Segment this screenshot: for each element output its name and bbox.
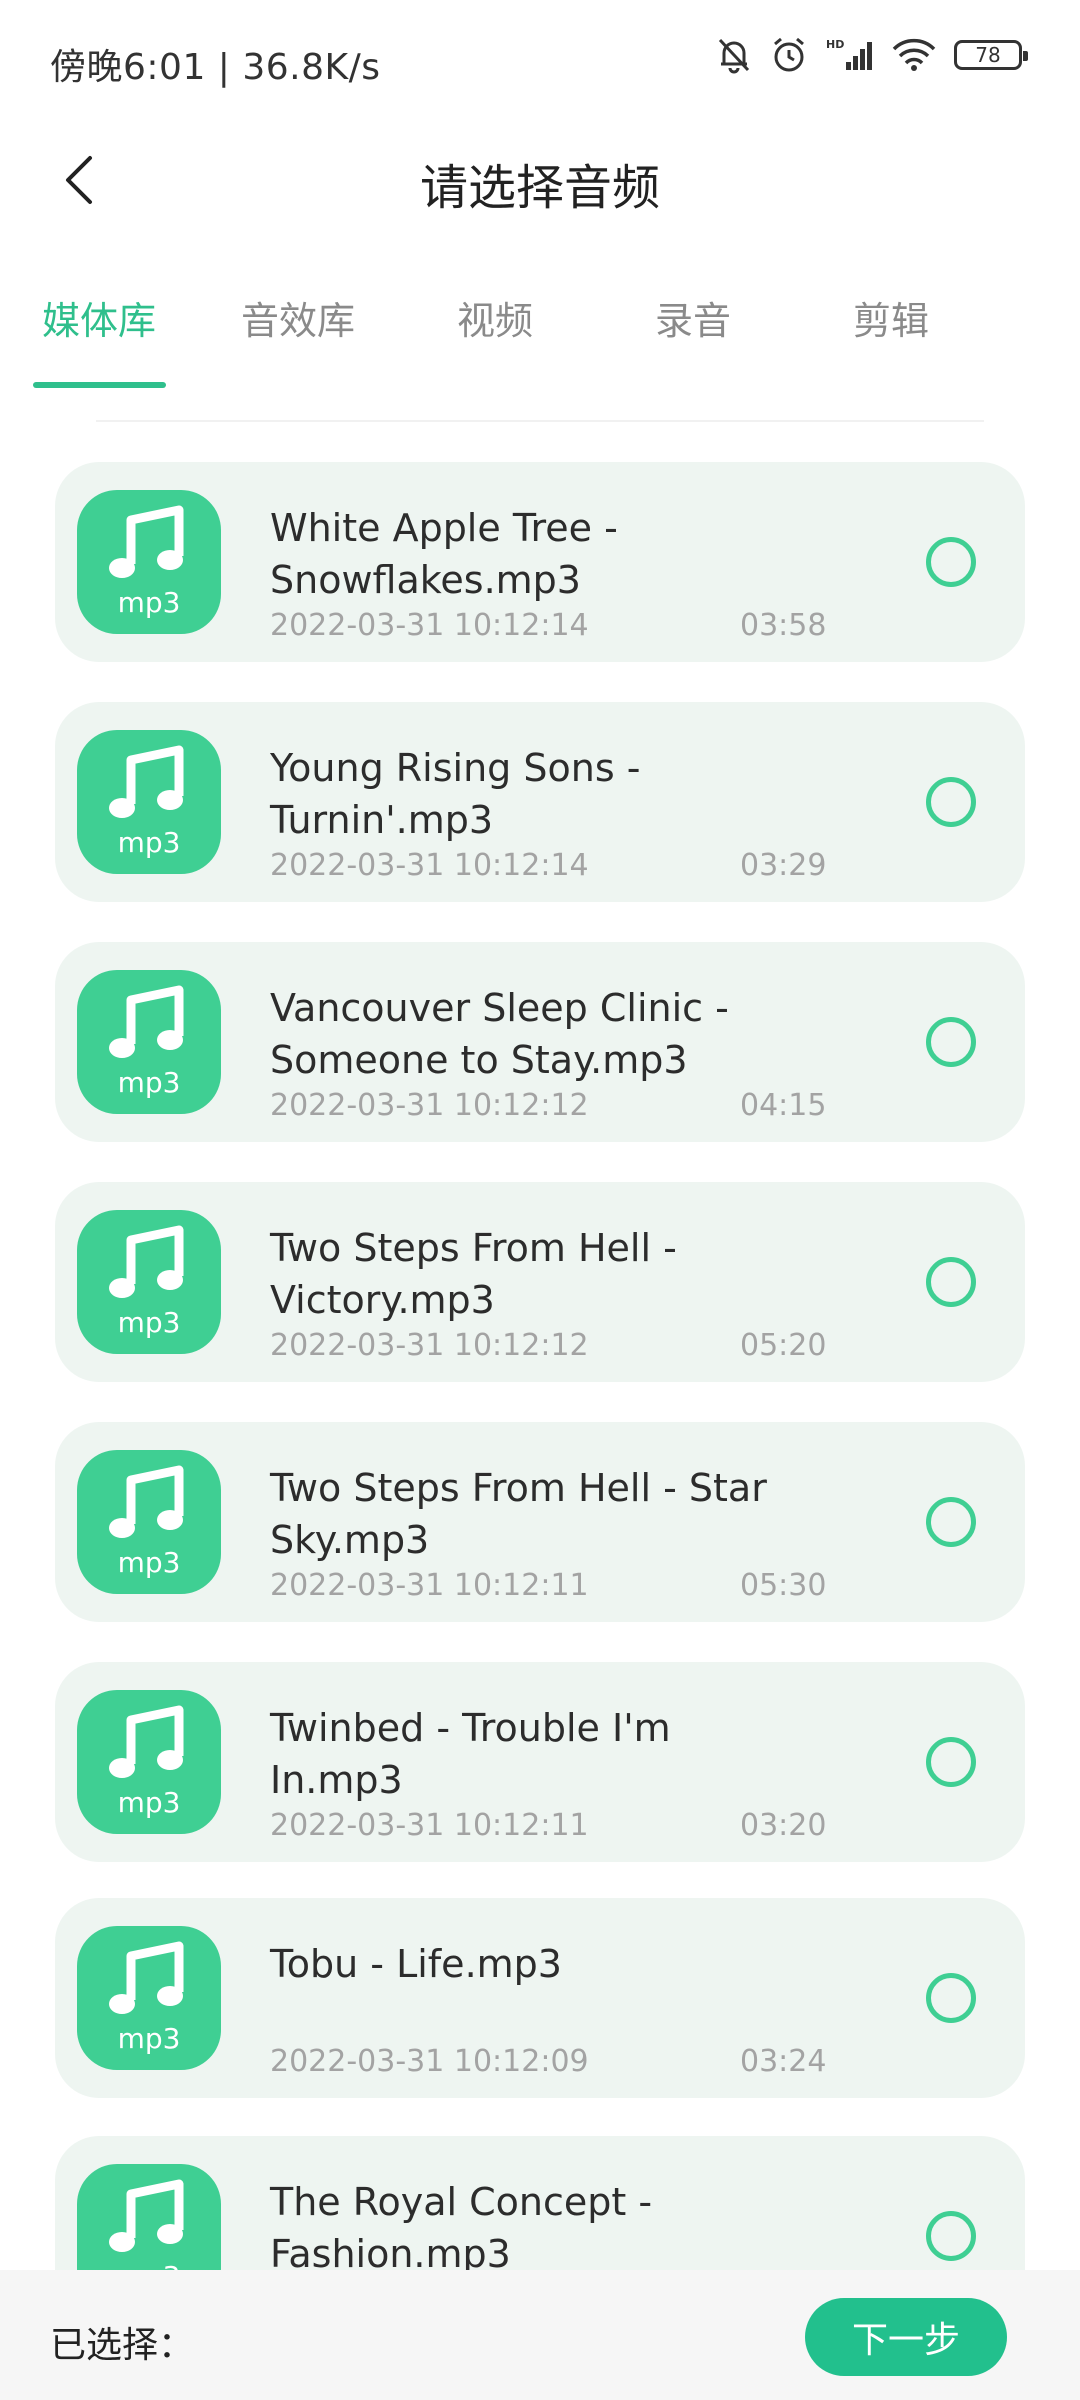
audio-list[interactable]: mp3 White Apple Tree - Snowflakes.mp3 20… bbox=[0, 462, 1080, 2270]
select-radio[interactable] bbox=[926, 1017, 976, 1067]
file-date: 2022-03-31 10:12:12 bbox=[270, 1328, 589, 1363]
mute-bell-icon bbox=[716, 36, 752, 74]
file-duration: 05:30 bbox=[740, 1568, 827, 1603]
file-name: Young Rising Sons - Turnin'.mp3 bbox=[270, 746, 641, 842]
music-note-icon bbox=[109, 1705, 184, 1778]
format-label: mp3 bbox=[117, 826, 181, 859]
audio-item[interactable]: mp3 Young Rising Sons - Turnin'.mp3 2022… bbox=[55, 702, 1025, 902]
audio-item[interactable]: mp3 Tobu - Life.mp3 2022-03-31 10:12:09 … bbox=[55, 1898, 1025, 2098]
status-time-speed: 傍晚6:01 | 36.8K/s bbox=[50, 47, 381, 88]
next-button[interactable]: 下一步 bbox=[805, 2298, 1007, 2376]
music-note-icon bbox=[109, 1225, 184, 1298]
svg-text:HD: HD bbox=[826, 38, 844, 51]
battery-icon: 78 bbox=[954, 40, 1028, 70]
file-name: Twinbed - Trouble I'm In.mp3 bbox=[270, 1706, 671, 1802]
format-label: mp3 bbox=[77, 2260, 221, 2270]
alarm-icon bbox=[770, 36, 808, 74]
audio-item[interactable]: mp3 Two Steps From Hell - Star Sky.mp3 2… bbox=[55, 1422, 1025, 1622]
audio-item[interactable]: mp3 White Apple Tree - Snowflakes.mp3 20… bbox=[55, 462, 1025, 662]
select-radio[interactable] bbox=[926, 537, 976, 587]
music-note-icon bbox=[109, 1941, 184, 2014]
header: 请选择音频 bbox=[0, 130, 1080, 230]
page-title: 请选择音频 bbox=[419, 160, 660, 216]
audio-item[interactable]: mp3 The Royal Concept - Fashion.mp3 bbox=[55, 2136, 1025, 2270]
file-duration: 03:24 bbox=[740, 2044, 827, 2079]
file-date: 2022-03-31 10:12:14 bbox=[270, 848, 589, 883]
audio-thumbnail: mp3 bbox=[77, 1690, 221, 1834]
select-radio[interactable] bbox=[926, 777, 976, 827]
file-name: The Royal Concept - Fashion.mp3 bbox=[270, 2180, 653, 2270]
audio-item[interactable]: mp3 Vancouver Sleep Clinic - Someone to … bbox=[55, 942, 1025, 1142]
file-duration: 03:20 bbox=[740, 1808, 827, 1843]
tab-clips[interactable]: 剪辑 bbox=[811, 290, 971, 345]
audio-thumbnail: mp3 bbox=[77, 970, 221, 1114]
file-name: White Apple Tree - Snowflakes.mp3 bbox=[270, 506, 618, 602]
file-name: Vancouver Sleep Clinic - Someone to Stay… bbox=[270, 986, 729, 1082]
status-icons: HD 78 bbox=[716, 36, 1028, 74]
music-note-icon bbox=[109, 2179, 184, 2252]
music-note-icon bbox=[109, 985, 184, 1058]
select-radio[interactable] bbox=[926, 1497, 976, 1547]
format-label: mp3 bbox=[117, 2022, 181, 2055]
hd-signal-icon: HD bbox=[826, 38, 874, 72]
tab-video[interactable]: 视频 bbox=[415, 290, 575, 345]
active-tab-indicator bbox=[33, 382, 166, 388]
audio-thumbnail: mp3 bbox=[77, 1210, 221, 1354]
music-note-icon bbox=[109, 1465, 184, 1538]
file-duration: 05:20 bbox=[740, 1328, 827, 1363]
audio-item[interactable]: mp3 Twinbed - Trouble I'm In.mp3 2022-03… bbox=[55, 1662, 1025, 1862]
file-date: 2022-03-31 10:12:14 bbox=[270, 608, 589, 643]
file-date: 2022-03-31 10:12:12 bbox=[270, 1088, 589, 1123]
bottom-bar: 已选择： 下一步 bbox=[0, 2270, 1080, 2400]
audio-thumbnail: mp3 bbox=[77, 1450, 221, 1594]
status-bar: 傍晚6:01 | 36.8K/s HD 78 bbox=[0, 0, 1080, 120]
music-note-icon bbox=[109, 745, 184, 818]
audio-thumbnail: mp3 bbox=[77, 1926, 221, 2070]
audio-thumbnail: mp3 bbox=[77, 490, 221, 634]
format-label: mp3 bbox=[117, 586, 181, 619]
file-name: Two Steps From Hell - Victory.mp3 bbox=[270, 1226, 677, 1322]
select-radio[interactable] bbox=[926, 2211, 976, 2261]
format-label: mp3 bbox=[117, 1066, 181, 1099]
tab-bar: 媒体库 音效库 视频 录音 剪辑 bbox=[0, 290, 1080, 390]
select-radio[interactable] bbox=[926, 1257, 976, 1307]
tabs-divider bbox=[96, 420, 984, 422]
tab-sound-effects[interactable]: 音效库 bbox=[218, 290, 378, 345]
format-label: mp3 bbox=[117, 1306, 181, 1339]
file-date: 2022-03-31 10:12:09 bbox=[270, 2044, 589, 2079]
audio-item[interactable]: mp3 Two Steps From Hell - Victory.mp3 20… bbox=[55, 1182, 1025, 1382]
file-date: 2022-03-31 10:12:11 bbox=[270, 1568, 589, 1603]
format-label: mp3 bbox=[117, 1546, 181, 1579]
file-name: Two Steps From Hell - Star Sky.mp3 bbox=[270, 1466, 767, 1562]
wifi-icon bbox=[892, 38, 936, 72]
file-name: Tobu - Life.mp3 bbox=[270, 1942, 562, 1986]
tab-recording[interactable]: 录音 bbox=[613, 290, 773, 345]
format-label: mp3 bbox=[117, 1786, 181, 1819]
file-duration: 03:29 bbox=[740, 848, 827, 883]
audio-thumbnail: mp3 bbox=[77, 730, 221, 874]
file-duration: 04:15 bbox=[740, 1088, 827, 1123]
tab-media-library[interactable]: 媒体库 bbox=[19, 290, 179, 345]
select-radio[interactable] bbox=[926, 1737, 976, 1787]
file-duration: 03:58 bbox=[740, 608, 827, 643]
file-date: 2022-03-31 10:12:11 bbox=[270, 1808, 589, 1843]
selected-label: 已选择： bbox=[50, 2325, 195, 2366]
music-note-icon bbox=[109, 505, 184, 578]
audio-thumbnail: mp3 bbox=[77, 2164, 221, 2270]
select-radio[interactable] bbox=[926, 1973, 976, 2023]
